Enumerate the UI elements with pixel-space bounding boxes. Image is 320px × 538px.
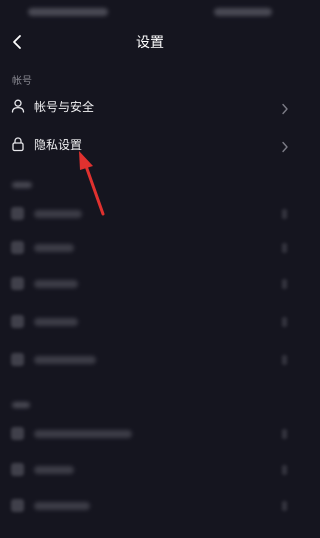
blurred-icon — [11, 463, 24, 476]
header: 设置 — [0, 28, 300, 56]
chevron-right-icon — [282, 209, 287, 219]
blurred-icon — [11, 353, 24, 366]
status-bar — [0, 0, 300, 24]
section-label-account: 帐号 — [12, 76, 32, 87]
settings-item-label: 隐私设置 — [34, 138, 83, 152]
blurred-label — [34, 356, 96, 364]
chevron-right-icon — [282, 279, 287, 289]
status-bar-left-blur — [28, 8, 108, 16]
blurred-label — [34, 244, 74, 252]
settings-item-account-security[interactable]: 帐号与安全 — [0, 86, 300, 126]
settings-item-blurred[interactable] — [0, 340, 300, 380]
settings-item-label: 帐号与安全 — [34, 100, 95, 114]
chevron-right-icon — [282, 429, 287, 439]
page-title: 设置 — [136, 35, 164, 51]
status-bar-right-blur — [214, 8, 272, 16]
section-label-blurred — [12, 402, 30, 408]
settings-item-blurred[interactable] — [0, 450, 300, 490]
blurred-label — [34, 280, 78, 288]
blurred-icon — [11, 427, 24, 440]
settings-item-blurred[interactable] — [0, 264, 300, 304]
settings-item-blurred[interactable] — [0, 414, 300, 454]
blurred-icon — [11, 241, 24, 254]
chevron-right-icon — [282, 243, 287, 253]
chevron-right-icon — [280, 138, 290, 153]
blurred-label — [34, 210, 82, 218]
blurred-label — [34, 430, 132, 438]
blurred-icon — [11, 207, 24, 220]
lock-icon — [10, 136, 26, 152]
settings-item-blurred[interactable] — [0, 228, 300, 268]
blurred-icon — [11, 277, 24, 290]
chevron-right-icon — [282, 501, 287, 511]
settings-item-blurred[interactable] — [0, 302, 300, 342]
chevron-right-icon — [282, 355, 287, 365]
blurred-label — [34, 502, 90, 510]
blurred-icon — [11, 499, 24, 512]
settings-item-blurred[interactable] — [0, 486, 300, 526]
settings-item-privacy[interactable]: 隐私设置 — [0, 124, 300, 164]
blurred-label — [34, 318, 78, 326]
user-icon — [10, 98, 26, 114]
blurred-label — [34, 466, 74, 474]
section-label-blurred — [12, 182, 32, 188]
chevron-right-icon — [282, 465, 287, 475]
chevron-right-icon — [280, 100, 290, 115]
chevron-right-icon — [282, 317, 287, 327]
blurred-icon — [11, 315, 24, 328]
